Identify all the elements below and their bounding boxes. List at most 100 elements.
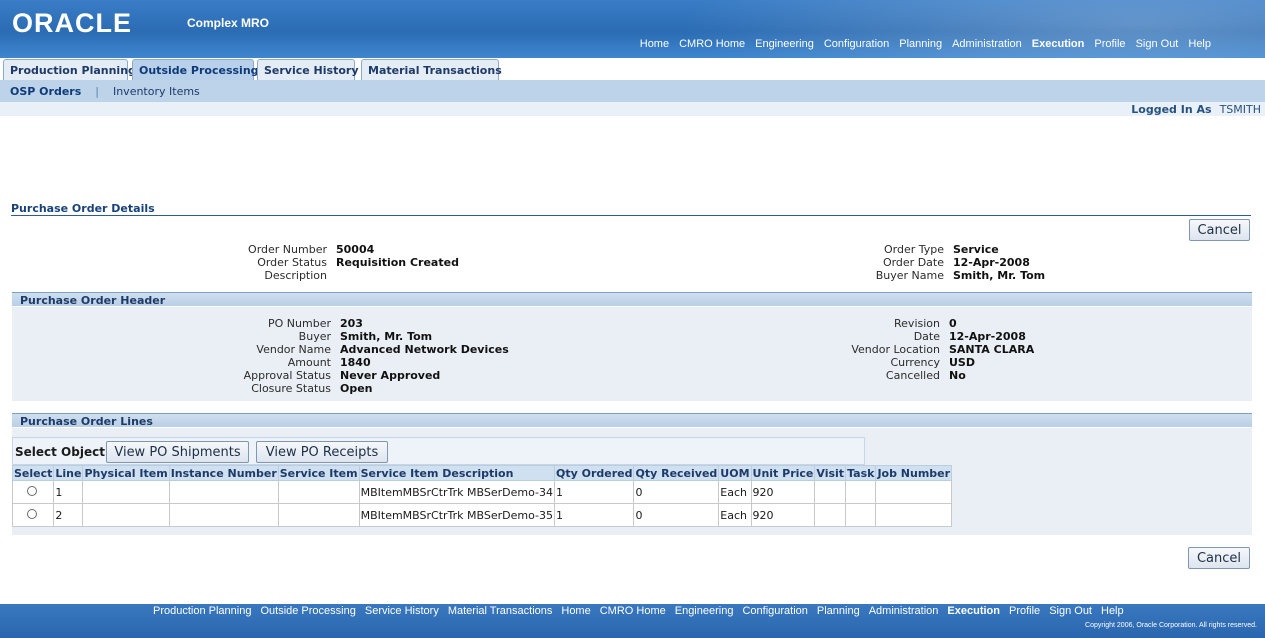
row-select-radio[interactable] [27, 509, 37, 519]
global-nav-help-link[interactable]: Help [1188, 38, 1211, 50]
footer-nav: Production Planning Outside Processing Ser… [153, 605, 1124, 617]
tab-bar: Production Planning Outside Processing S… [0, 58, 1265, 80]
footer-nav-home-link[interactable]: Home [561, 605, 590, 617]
closure-status-label: Closure Status [251, 382, 331, 395]
tab-outside-processing[interactable]: Outside Processing [132, 59, 259, 80]
global-nav-administration-link[interactable]: Administration [952, 38, 1022, 50]
date-label: Date [913, 330, 940, 343]
footer-nav-configuration-link[interactable]: Configuration [742, 605, 807, 617]
po-header-right: Revision 0 Date 12-Apr-2008 Vendor Locatio… [800, 317, 1034, 382]
col-line: Line [53, 465, 84, 481]
footer-nav-planning-link[interactable]: Planning [817, 605, 860, 617]
col-select: Select [11, 465, 55, 481]
qty-received-cell: 0 [633, 503, 720, 527]
footer-nav-help-link[interactable]: Help [1101, 605, 1124, 617]
approval-status-value: Never Approved [340, 369, 441, 382]
task-cell [845, 480, 877, 504]
col-qty-ordered: Qty Ordered [553, 465, 635, 481]
row-select-radio[interactable] [27, 486, 37, 496]
footer-nav-engineering-link[interactable]: Engineering [675, 605, 734, 617]
physical-item-cell [82, 503, 170, 527]
subnav-separator: | [95, 84, 99, 98]
description-label: Description [264, 269, 327, 282]
select-object-bar: Select Object: View PO Shipments View PO… [12, 437, 865, 465]
service-item-description-cell: MBItemMBSrCtrTrk MBSerDemo-34 [358, 480, 556, 504]
footer-nav-administration-link[interactable]: Administration [869, 605, 939, 617]
col-unit-price: Unit Price [750, 465, 816, 481]
task-cell [845, 503, 877, 527]
tab-material-transactions[interactable]: Material Transactions [361, 59, 502, 80]
logged-in-label: Logged In As [1131, 103, 1212, 116]
line-cell: 1 [53, 480, 84, 504]
cancel-button-top[interactable]: Cancel [1189, 219, 1250, 241]
global-nav-cmro-home-link[interactable]: CMRO Home [679, 38, 745, 50]
global-nav-engineering-link[interactable]: Engineering [755, 38, 814, 50]
footer-nav-outside-processing-link[interactable]: Outside Processing [260, 605, 355, 617]
order-number-value: 50004 [336, 243, 375, 256]
global-footer: Production Planning Outside Processing Ser… [0, 604, 1265, 638]
instance-number-cell [168, 480, 279, 504]
footer-nav-material-transactions-link[interactable]: Material Transactions [448, 605, 553, 617]
po-header-left: PO Number 203 Buyer Smith, Mr. Tom Vendor … [200, 317, 509, 395]
qty-received-cell: 0 [633, 480, 720, 504]
table-header-row: Select Line Physical Item Instance Numbe… [11, 465, 953, 481]
currency-value: USD [949, 356, 975, 369]
buyer-name-value: Smith, Mr. Tom [953, 269, 1046, 282]
col-physical-item: Physical Item [82, 465, 170, 481]
job-number-cell [875, 503, 953, 527]
buyer-name-label: Buyer Name [875, 269, 944, 282]
table-row: 2 MBItemMBSrCtrTrk MBSerDemo-35 1 0 Each… [11, 503, 953, 527]
order-date-value: 12-Apr-2008 [953, 256, 1030, 269]
global-nav-planning-link[interactable]: Planning [899, 38, 942, 50]
table-row: 1 MBItemMBSrCtrTrk MBSerDemo-34 1 0 Each… [11, 480, 953, 504]
subnav-osp-orders[interactable]: OSP Orders [10, 85, 81, 98]
col-uom: UOM [718, 465, 752, 481]
footer-nav-sign-out-link[interactable]: Sign Out [1049, 605, 1092, 617]
uom-cell: Each [718, 503, 752, 527]
vendor-name-label: Vendor Name [256, 343, 331, 356]
col-service-item-description: Service Item Description [358, 465, 556, 481]
title-divider [11, 215, 1251, 216]
global-header: ORACLE Complex MRO Home CMRO Home Engineer… [0, 0, 1265, 58]
footer-nav-profile-link[interactable]: Profile [1009, 605, 1040, 617]
currency-label: Currency [890, 356, 940, 369]
global-nav: Home CMRO Home Engineering Configuration Pla… [640, 38, 1211, 50]
view-po-receipts-button[interactable]: View PO Receipts [256, 441, 388, 463]
po-header-section [12, 307, 1252, 401]
description-value [327, 269, 336, 282]
amount-label: Amount [287, 356, 331, 369]
instance-number-cell [168, 503, 279, 527]
global-nav-profile-link[interactable]: Profile [1094, 38, 1125, 50]
footer-nav-cmro-home-link[interactable]: CMRO Home [600, 605, 666, 617]
subnav-inventory-items[interactable]: Inventory Items [113, 85, 200, 98]
cancel-button-bottom[interactable]: Cancel [1188, 547, 1250, 569]
footer-nav-service-history-link[interactable]: Service History [365, 605, 439, 617]
service-item-description-cell: MBItemMBSrCtrTrk MBSerDemo-35 [358, 503, 556, 527]
view-po-shipments-button[interactable]: View PO Shipments [106, 441, 249, 463]
page-title: Purchase Order Details [11, 202, 155, 215]
global-nav-sign-out-link[interactable]: Sign Out [1136, 38, 1179, 50]
order-type-label: Order Type [883, 243, 944, 256]
tab-production-planning[interactable]: Production Planning [3, 59, 136, 80]
footer-nav-execution-link[interactable]: Execution [947, 605, 1000, 617]
physical-item-cell [82, 480, 170, 504]
logged-in-info: Logged In As TSMITH [1131, 103, 1261, 116]
vendor-location-value: SANTA CLARA [949, 343, 1035, 356]
global-nav-home-link[interactable]: Home [640, 38, 669, 50]
vendor-name-value: Advanced Network Devices [340, 343, 509, 356]
order-info-right: Order Type Service Order Date 12-Apr-2008 … [800, 243, 1045, 282]
tab-service-history[interactable]: Service History [257, 59, 359, 80]
visit-cell [814, 503, 847, 527]
row-select-cell [11, 503, 55, 527]
qty-ordered-cell: 1 [553, 480, 635, 504]
date-value: 12-Apr-2008 [949, 330, 1026, 343]
sub-navigation: OSP Orders | Inventory Items [0, 80, 1265, 102]
footer-nav-production-planning-link[interactable]: Production Planning [153, 605, 251, 617]
unit-price-cell: 920 [750, 503, 816, 527]
po-header-title: Purchase Order Header [12, 292, 1252, 307]
visit-cell [814, 480, 847, 504]
global-nav-configuration-link[interactable]: Configuration [824, 38, 889, 50]
global-nav-execution-link[interactable]: Execution [1032, 38, 1085, 50]
uom-cell: Each [718, 480, 752, 504]
service-item-cell [277, 503, 360, 527]
